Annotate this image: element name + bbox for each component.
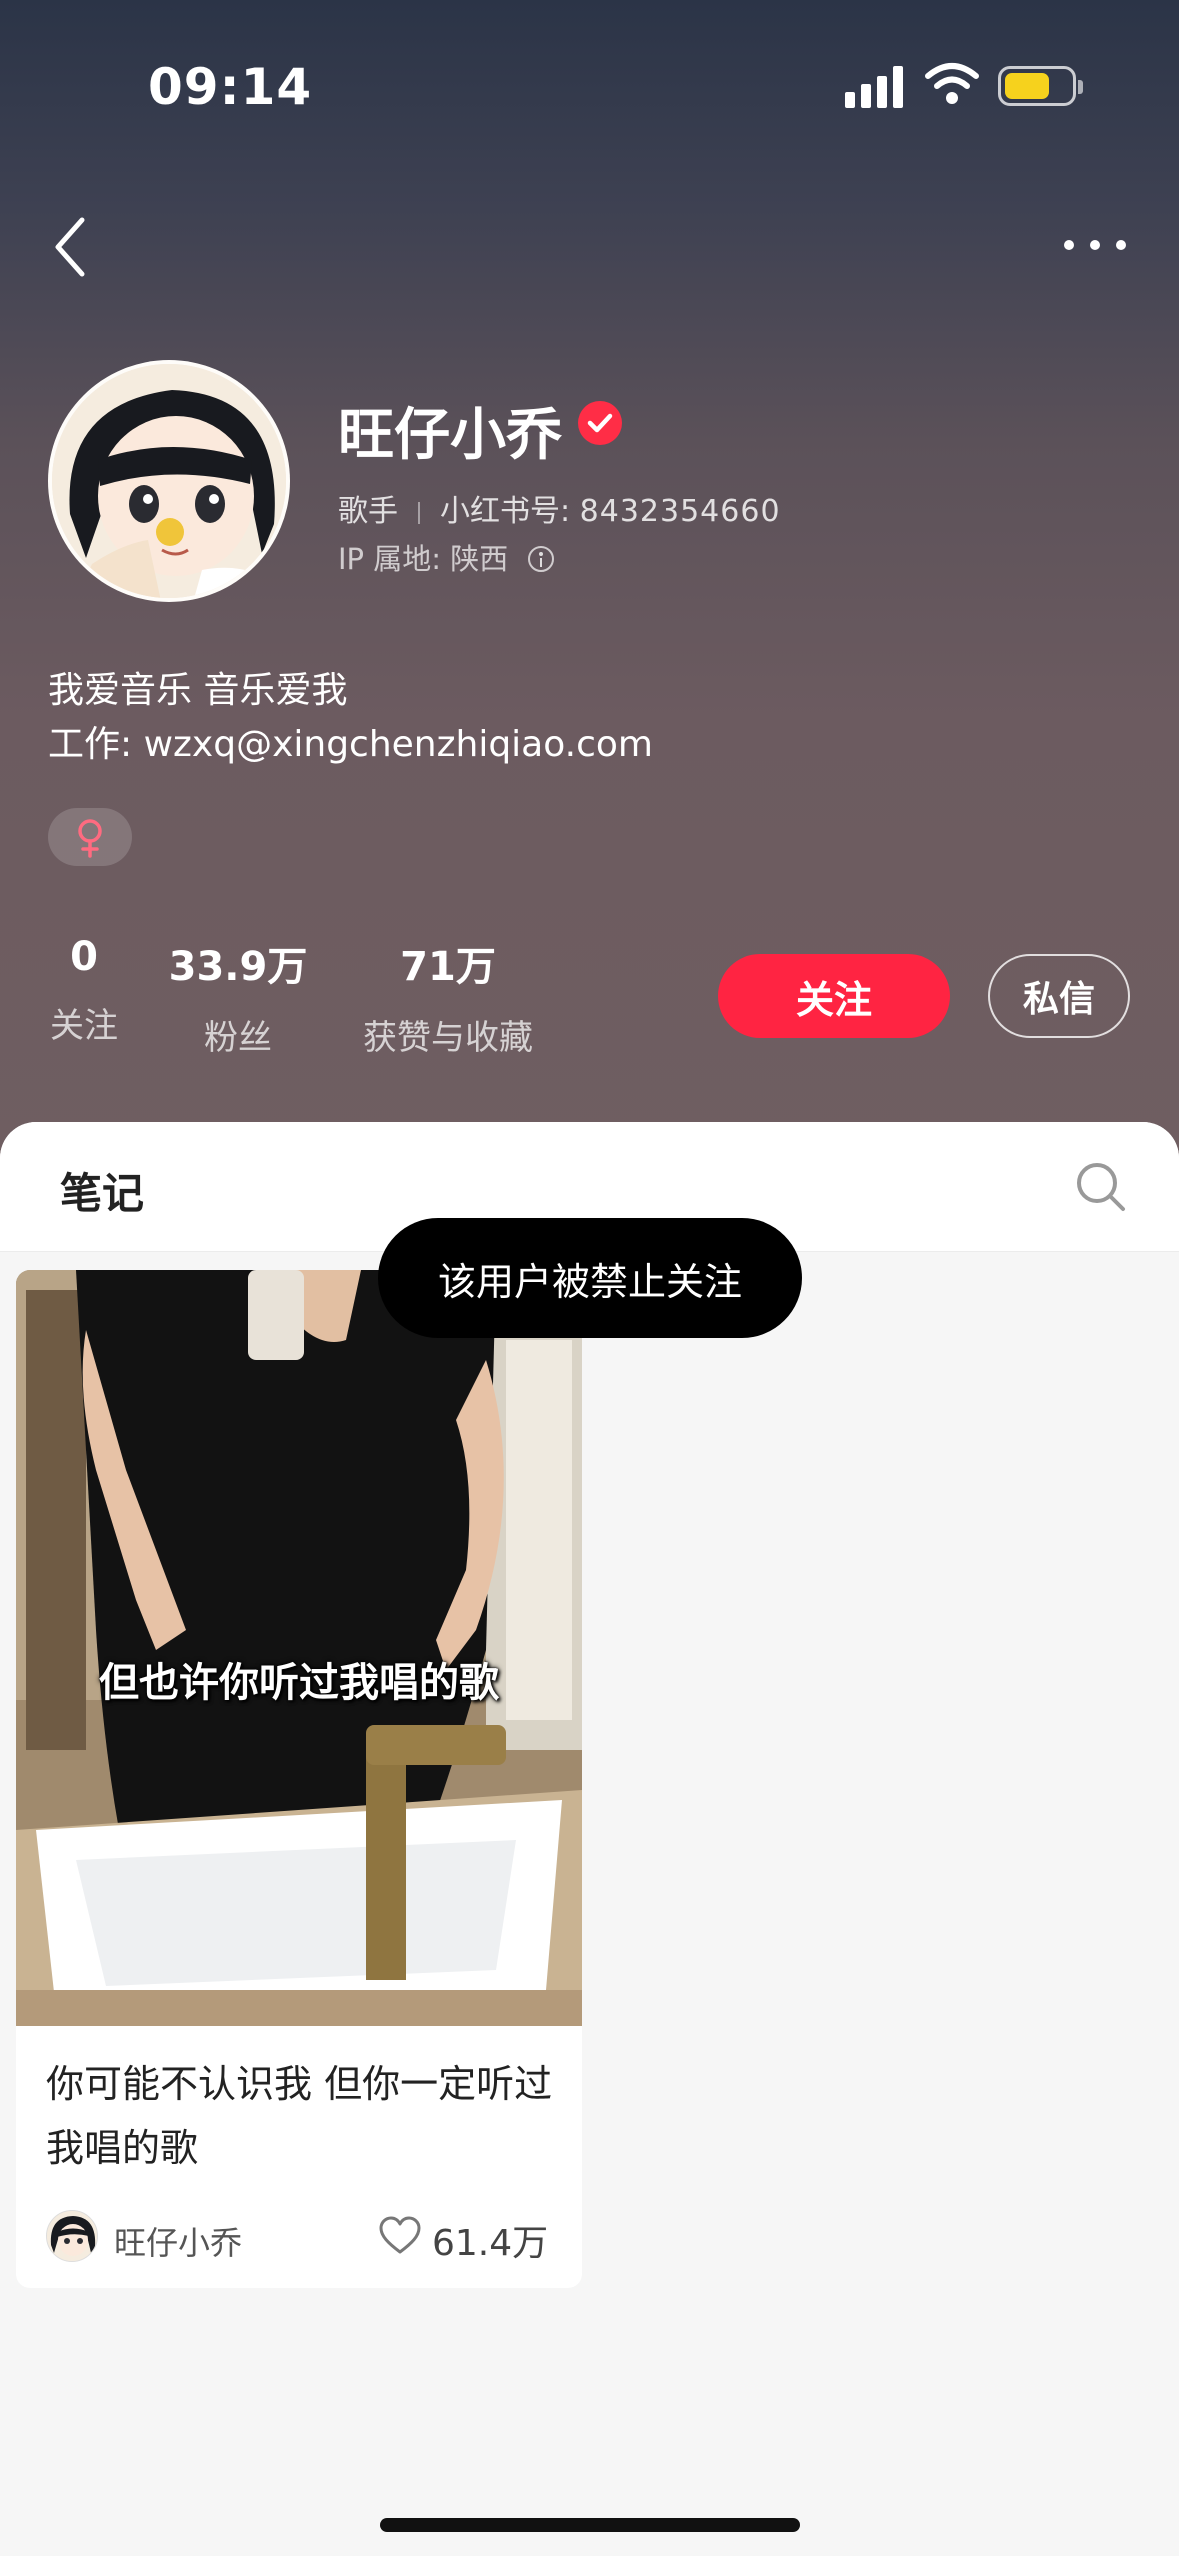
wifi-icon [925,63,979,104]
female-icon [78,819,102,858]
profile-id-label: 小红书号: [440,494,571,529]
back-icon[interactable] [46,212,96,282]
profile-id-value[interactable]: 8432354660 [580,494,781,529]
stat-followers[interactable]: 33.9万 粉丝 [168,934,308,1059]
meta-divider [418,501,420,524]
stat-label: 获赞与收藏 [363,1018,533,1058]
note-image-caption: 但也许你听过我唱的歌 [99,1660,499,1706]
tab-notes[interactable]: 笔记 [60,1160,144,1221]
cellular-signal-icon [845,66,905,108]
profile-role: 歌手 [338,494,398,529]
like-count: 61.4万 [432,2223,549,2264]
message-button[interactable]: 私信 [988,954,1130,1038]
username: 旺仔小乔 [338,403,562,468]
bio-work-email: 工作: wzxq@xingchenzhiqiao.com [48,724,653,765]
bio-line: 我爱音乐 音乐爱我 [48,670,348,711]
stat-value: 0 [70,934,98,980]
profile-meta: 歌手 小红书号: 8432354660 [338,486,781,530]
note-title[interactable]: 你可能不认识我 但你一定听过我唱的歌 [46,2052,556,2180]
search-icon[interactable] [1074,1160,1128,1214]
ip-location-text: IP 属地: 陕西 [338,542,509,576]
stat-likes-collects[interactable]: 71万 获赞与收藏 [356,934,540,1059]
stat-label: 关注 [50,1006,118,1046]
note-author-name[interactable]: 旺仔小乔 [114,2218,242,2264]
verified-icon [578,401,622,445]
stat-value: 33.9万 [168,944,308,990]
stat-label: 粉丝 [204,1018,272,1058]
stat-value: 71万 [400,944,496,990]
more-icon[interactable] [1062,236,1128,256]
info-icon[interactable] [528,546,555,572]
status-time: 09:14 [148,58,313,116]
home-indicator[interactable] [380,2518,800,2532]
note-card[interactable]: 但也许你听过我唱的歌 你可能不认识我 但你一定听过我唱的歌 旺仔小乔 61.4万 [16,1270,582,2288]
follow-button[interactable]: 关注 [718,954,950,1038]
note-cover-image[interactable]: 但也许你听过我唱的歌 [16,1270,582,2026]
ip-location: IP 属地: 陕西 [338,536,555,578]
avatar[interactable] [48,360,290,602]
profile-bio: 我爱音乐 音乐爱我 工作: wzxq@xingchenzhiqiao.com [48,664,653,772]
note-author-avatar[interactable] [46,2210,98,2262]
heart-icon[interactable] [378,2216,422,2256]
toast-message: 该用户被禁止关注 [378,1218,802,1338]
gender-tag [48,808,132,866]
battery-icon [998,66,1083,106]
stat-following[interactable]: 0 关注 [48,934,120,1047]
